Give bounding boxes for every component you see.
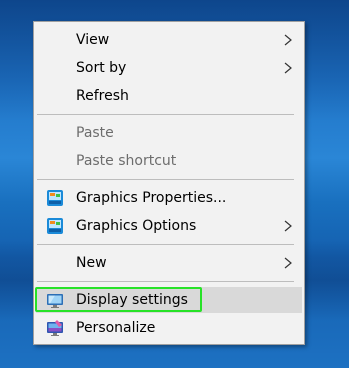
menu-item-label: Paste <box>76 125 114 141</box>
menu-item-label: Paste shortcut <box>76 153 177 169</box>
display-icon <box>47 294 63 308</box>
menu-item-label: New <box>76 255 107 271</box>
menu-item-paste: Paste <box>36 120 302 146</box>
menu-item-graphics-properties[interactable]: Graphics Properties... <box>36 185 302 211</box>
menu-separator <box>37 244 294 245</box>
menu-item-label: Personalize <box>76 320 156 336</box>
menu-item-label: Graphics Properties... <box>76 190 227 206</box>
menu-item-view[interactable]: View <box>36 27 302 53</box>
intel-graphics-icon <box>47 190 63 206</box>
menu-item-personalize[interactable]: Personalize <box>36 315 302 341</box>
chevron-right-icon <box>284 62 292 74</box>
menu-item-label: Refresh <box>76 88 129 104</box>
menu-item-label: View <box>76 32 110 48</box>
menu-separator <box>37 281 294 282</box>
menu-item-label: Sort by <box>76 60 127 76</box>
menu-item-display-settings[interactable]: Display settings <box>36 287 302 313</box>
menu-item-label: Display settings <box>76 292 188 308</box>
menu-separator <box>37 179 294 180</box>
chevron-right-icon <box>284 257 292 269</box>
menu-item-graphics-options[interactable]: Graphics Options <box>36 213 302 239</box>
menu-item-paste-shortcut: Paste shortcut <box>36 148 302 174</box>
chevron-right-icon <box>284 34 292 46</box>
menu-separator <box>37 114 294 115</box>
menu-item-sort-by[interactable]: Sort by <box>36 55 302 81</box>
menu-item-label: Graphics Options <box>76 218 197 234</box>
menu-item-refresh[interactable]: Refresh <box>36 83 302 109</box>
chevron-right-icon <box>284 220 292 232</box>
intel-graphics-icon <box>47 218 63 234</box>
desktop-context-menu: View Sort by Refresh Paste Paste shortcu… <box>33 21 305 345</box>
menu-item-new[interactable]: New <box>36 250 302 276</box>
personalize-icon <box>47 320 63 336</box>
